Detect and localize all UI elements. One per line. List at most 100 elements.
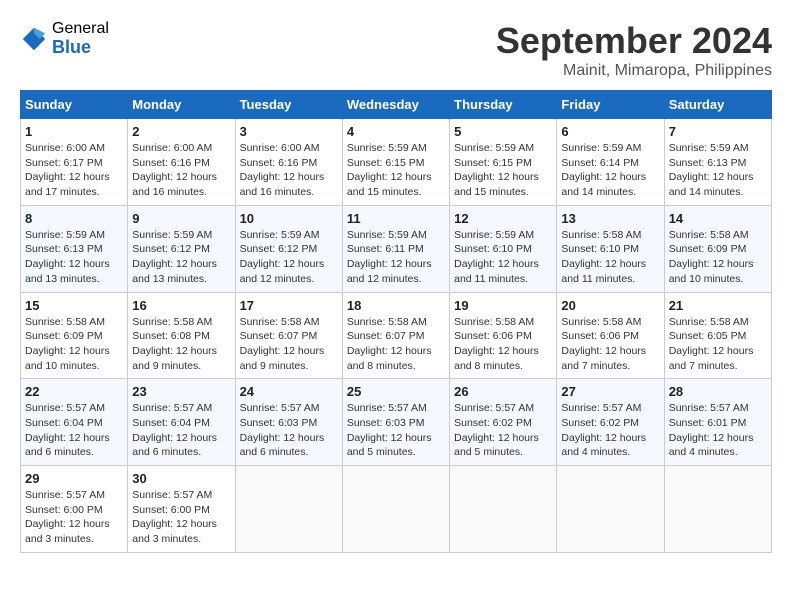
calendar-cell — [557, 466, 664, 553]
calendar-week-row: 22 Sunrise: 5:57 AMSunset: 6:04 PMDayligh… — [21, 379, 772, 466]
day-detail: Sunrise: 6:00 AMSunset: 6:16 PMDaylight:… — [240, 142, 325, 198]
day-number: 22 — [25, 384, 123, 399]
col-friday: Friday — [557, 91, 664, 119]
day-detail: Sunrise: 5:59 AMSunset: 6:12 PMDaylight:… — [240, 229, 325, 285]
calendar-cell — [450, 466, 557, 553]
day-detail: Sunrise: 5:59 AMSunset: 6:13 PMDaylight:… — [25, 229, 110, 285]
calendar-week-row: 29 Sunrise: 5:57 AMSunset: 6:00 PMDayligh… — [21, 466, 772, 553]
calendar-cell: 7 Sunrise: 5:59 AMSunset: 6:13 PMDaylight… — [664, 119, 771, 206]
calendar-cell: 1Sunrise: 6:00 AMSunset: 6:17 PMDaylight… — [21, 119, 128, 206]
title-section: September 2024 Mainit, Mimaropa, Philipp… — [496, 20, 772, 80]
col-sunday: Sunday — [21, 91, 128, 119]
logo-general: General — [52, 20, 109, 38]
day-number: 28 — [669, 384, 767, 399]
calendar-cell: 14 Sunrise: 5:58 AMSunset: 6:09 PMDayligh… — [664, 205, 771, 292]
day-number: 15 — [25, 298, 123, 313]
page-header: General Blue September 2024 Mainit, Mima… — [20, 20, 772, 80]
calendar-cell: 2 Sunrise: 6:00 AMSunset: 6:16 PMDaylight… — [128, 119, 235, 206]
calendar-week-row: 15 Sunrise: 5:58 AMSunset: 6:09 PMDayligh… — [21, 292, 772, 379]
calendar-cell: 6 Sunrise: 5:59 AMSunset: 6:14 PMDaylight… — [557, 119, 664, 206]
day-number: 12 — [454, 211, 552, 226]
day-detail: Sunrise: 5:58 AMSunset: 6:07 PMDaylight:… — [347, 316, 432, 372]
calendar-cell: 30 Sunrise: 5:57 AMSunset: 6:00 PMDayligh… — [128, 466, 235, 553]
calendar-cell: 26 Sunrise: 5:57 AMSunset: 6:02 PMDayligh… — [450, 379, 557, 466]
day-detail: Sunrise: 5:57 AMSunset: 6:03 PMDaylight:… — [347, 402, 432, 458]
calendar-cell: 16Sunrise: 5:58 AMSunset: 6:08 PMDayligh… — [128, 292, 235, 379]
day-detail: Sunrise: 5:58 AMSunset: 6:06 PMDaylight:… — [561, 316, 646, 372]
day-detail: Sunrise: 5:58 AMSunset: 6:06 PMDaylight:… — [454, 316, 539, 372]
day-number: 1 — [25, 124, 123, 139]
calendar-cell: 15 Sunrise: 5:58 AMSunset: 6:09 PMDayligh… — [21, 292, 128, 379]
subtitle: Mainit, Mimaropa, Philippines — [496, 62, 772, 80]
day-detail: Sunrise: 5:58 AMSunset: 6:07 PMDaylight:… — [240, 316, 325, 372]
day-detail: Sunrise: 5:59 AMSunset: 6:15 PMDaylight:… — [347, 142, 432, 198]
day-detail: Sunrise: 5:59 AMSunset: 6:14 PMDaylight:… — [561, 142, 646, 198]
calendar-cell: 4 Sunrise: 5:59 AMSunset: 6:15 PMDaylight… — [342, 119, 449, 206]
calendar-cell: 10 Sunrise: 5:59 AMSunset: 6:12 PMDayligh… — [235, 205, 342, 292]
day-number: 6 — [561, 124, 659, 139]
day-detail: Sunrise: 5:57 AMSunset: 6:00 PMDaylight:… — [25, 489, 110, 545]
day-number: 20 — [561, 298, 659, 313]
calendar-cell: 27Sunrise: 5:57 AMSunset: 6:02 PMDayligh… — [557, 379, 664, 466]
day-number: 2 — [132, 124, 230, 139]
calendar-header-row: Sunday Monday Tuesday Wednesday Thursday… — [21, 91, 772, 119]
calendar-cell: 11 Sunrise: 5:59 AMSunset: 6:11 PMDayligh… — [342, 205, 449, 292]
day-number: 9 — [132, 211, 230, 226]
calendar-table: Sunday Monday Tuesday Wednesday Thursday… — [20, 90, 772, 553]
calendar-cell: 18 Sunrise: 5:58 AMSunset: 6:07 PMDayligh… — [342, 292, 449, 379]
calendar-cell: 19Sunrise: 5:58 AMSunset: 6:06 PMDayligh… — [450, 292, 557, 379]
day-number: 17 — [240, 298, 338, 313]
calendar-cell: 25Sunrise: 5:57 AMSunset: 6:03 PMDayligh… — [342, 379, 449, 466]
calendar-cell — [664, 466, 771, 553]
day-number: 30 — [132, 471, 230, 486]
calendar-cell: 13 Sunrise: 5:58 AMSunset: 6:10 PMDayligh… — [557, 205, 664, 292]
day-detail: Sunrise: 5:57 AMSunset: 6:00 PMDaylight:… — [132, 489, 217, 545]
calendar-cell: 3 Sunrise: 6:00 AMSunset: 6:16 PMDaylight… — [235, 119, 342, 206]
day-number: 21 — [669, 298, 767, 313]
col-tuesday: Tuesday — [235, 91, 342, 119]
day-detail: Sunrise: 5:57 AMSunset: 6:04 PMDaylight:… — [25, 402, 110, 458]
calendar-cell: 12 Sunrise: 5:59 AMSunset: 6:10 PMDayligh… — [450, 205, 557, 292]
day-detail: Sunrise: 5:59 AMSunset: 6:11 PMDaylight:… — [347, 229, 432, 285]
main-title: September 2024 — [496, 20, 772, 62]
calendar-week-row: 1Sunrise: 6:00 AMSunset: 6:17 PMDaylight… — [21, 119, 772, 206]
day-number: 18 — [347, 298, 445, 313]
calendar-cell: 23Sunrise: 5:57 AMSunset: 6:04 PMDayligh… — [128, 379, 235, 466]
calendar-cell: 22 Sunrise: 5:57 AMSunset: 6:04 PMDayligh… — [21, 379, 128, 466]
day-number: 3 — [240, 124, 338, 139]
calendar-cell: 24 Sunrise: 5:57 AMSunset: 6:03 PMDayligh… — [235, 379, 342, 466]
day-number: 10 — [240, 211, 338, 226]
calendar-cell: 21Sunrise: 5:58 AMSunset: 6:05 PMDayligh… — [664, 292, 771, 379]
calendar-cell: 29 Sunrise: 5:57 AMSunset: 6:00 PMDayligh… — [21, 466, 128, 553]
day-number: 24 — [240, 384, 338, 399]
day-number: 11 — [347, 211, 445, 226]
day-detail: Sunrise: 5:57 AMSunset: 6:02 PMDaylight:… — [454, 402, 539, 458]
day-detail: Sunrise: 5:59 AMSunset: 6:10 PMDaylight:… — [454, 229, 539, 285]
day-number: 7 — [669, 124, 767, 139]
day-detail: Sunrise: 5:59 AMSunset: 6:13 PMDaylight:… — [669, 142, 754, 198]
day-number: 13 — [561, 211, 659, 226]
calendar-cell: 20 Sunrise: 5:58 AMSunset: 6:06 PMDayligh… — [557, 292, 664, 379]
day-number: 29 — [25, 471, 123, 486]
day-detail: Sunrise: 5:58 AMSunset: 6:09 PMDaylight:… — [669, 229, 754, 285]
day-detail: Sunrise: 5:58 AMSunset: 6:09 PMDaylight:… — [25, 316, 110, 372]
day-detail: Sunrise: 5:58 AMSunset: 6:08 PMDaylight:… — [132, 316, 217, 372]
day-number: 5 — [454, 124, 552, 139]
day-detail: Sunrise: 5:58 AMSunset: 6:10 PMDaylight:… — [561, 229, 646, 285]
day-number: 26 — [454, 384, 552, 399]
logo-icon — [20, 25, 48, 53]
day-detail: Sunrise: 5:59 AMSunset: 6:15 PMDaylight:… — [454, 142, 539, 198]
col-saturday: Saturday — [664, 91, 771, 119]
day-detail: Sunrise: 5:59 AMSunset: 6:12 PMDaylight:… — [132, 229, 217, 285]
day-detail: Sunrise: 5:57 AMSunset: 6:03 PMDaylight:… — [240, 402, 325, 458]
calendar-cell — [235, 466, 342, 553]
day-number: 4 — [347, 124, 445, 139]
day-number: 14 — [669, 211, 767, 226]
day-detail: Sunrise: 6:00 AMSunset: 6:16 PMDaylight:… — [132, 142, 217, 198]
col-wednesday: Wednesday — [342, 91, 449, 119]
day-detail: Sunrise: 5:57 AMSunset: 6:04 PMDaylight:… — [132, 402, 217, 458]
col-monday: Monday — [128, 91, 235, 119]
calendar-cell — [342, 466, 449, 553]
calendar-cell: 28Sunrise: 5:57 AMSunset: 6:01 PMDayligh… — [664, 379, 771, 466]
logo: General Blue — [20, 20, 109, 57]
